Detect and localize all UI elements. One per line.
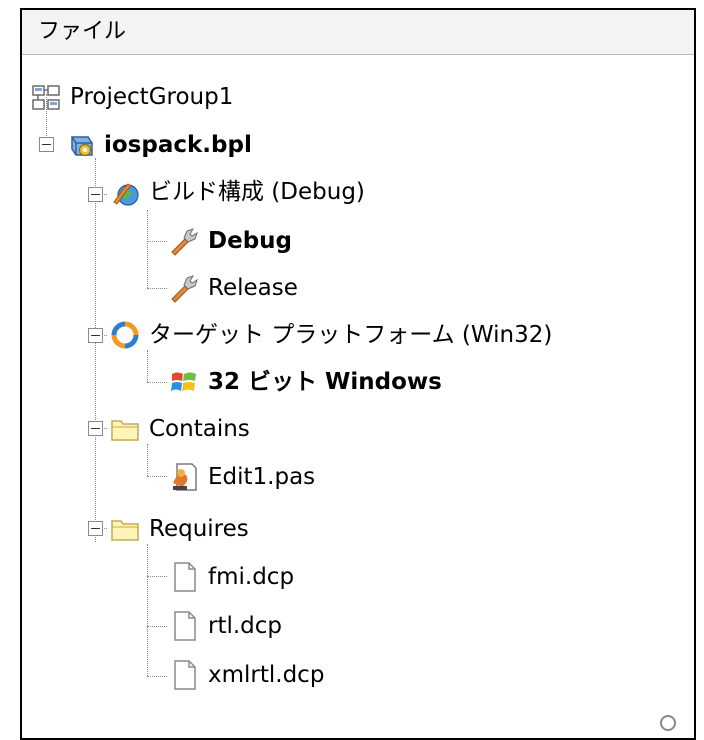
windows-logo-icon [171, 372, 196, 391]
collapse-toggle-target-platform[interactable] [88, 328, 103, 343]
tree-node-build-config[interactable]: ビルド構成 (Debug) [109, 169, 365, 215]
tree-node-xmlrtl-dcp[interactable]: xmlrtl.dcp [168, 652, 324, 698]
collapse-toggle-requires[interactable] [88, 521, 103, 536]
project-group-icon [32, 85, 60, 110]
tree-node-debug[interactable]: Debug [168, 218, 292, 264]
tree-node-windows32[interactable]: 32 ビット Windows [168, 359, 442, 405]
rtl-dcp-label: rtl.dcp [208, 613, 283, 639]
tree-node-requires[interactable]: Requires [109, 506, 249, 552]
collapse-toggle-contains[interactable] [88, 421, 103, 436]
file-icon [174, 611, 196, 641]
panel-title: ファイル [38, 19, 127, 44]
build-config-icon [113, 183, 139, 206]
target-platform-label: ターゲット プラットフォーム (Win32) [149, 322, 553, 348]
tree-node-edit-pas[interactable]: Edit1.pas [168, 454, 315, 500]
resize-grip-icon[interactable] [660, 715, 676, 731]
panel-header: ファイル [22, 10, 694, 55]
pascal-file-icon [173, 463, 197, 491]
tree-line [147, 676, 167, 677]
project-manager-panel: ファイル ProjectGroup1 iospack.bpl ビルド構成 (De… [20, 8, 696, 740]
build-config-label: ビルド構成 (Debug) [149, 179, 365, 205]
tree-line [147, 241, 167, 242]
tree-line [147, 288, 167, 289]
project-tree: ProjectGroup1 iospack.bpl ビルド構成 (Debug) [22, 54, 694, 738]
tree-line [147, 476, 167, 477]
tree-line [147, 544, 148, 676]
package-gear-icon [71, 136, 93, 157]
tree-line [147, 576, 167, 577]
windows32-label: 32 ビット Windows [208, 369, 442, 395]
file-icon [174, 562, 196, 592]
tree-node-release[interactable]: Release [168, 265, 298, 311]
release-label: Release [208, 275, 298, 301]
project-group-label: ProjectGroup1 [70, 84, 234, 110]
tree-line [147, 210, 148, 288]
requires-label: Requires [149, 516, 249, 542]
edit-pas-label: Edit1.pas [208, 464, 316, 490]
package-label: iospack.bpl [104, 132, 252, 158]
tree-line [147, 382, 167, 383]
folder-icon [111, 520, 139, 541]
xmlrtl-dcp-label: xmlrtl.dcp [208, 662, 325, 688]
tree-node-rtl-dcp[interactable]: rtl.dcp [168, 603, 282, 649]
tree-node-contains[interactable]: Contains [109, 406, 250, 452]
debug-label: Debug [208, 228, 292, 254]
collapse-toggle-package[interactable] [39, 137, 54, 152]
platform-ring-icon [111, 321, 139, 349]
tree-line [95, 158, 96, 542]
tree-node-package[interactable]: iospack.bpl [64, 122, 252, 168]
collapse-toggle-build-config[interactable] [88, 187, 103, 202]
wrench-icon [171, 275, 198, 303]
tree-node-target-platform[interactable]: ターゲット プラットフォーム (Win32) [109, 312, 552, 358]
wrench-icon [171, 228, 198, 256]
folder-icon [111, 420, 139, 441]
fmi-dcp-label: fmi.dcp [208, 564, 295, 590]
file-icon [174, 660, 196, 690]
tree-node-fmi-dcp[interactable]: fmi.dcp [168, 554, 294, 600]
tree-node-project-group[interactable]: ProjectGroup1 [30, 74, 233, 120]
contains-label: Contains [149, 416, 250, 442]
tree-line [147, 626, 167, 627]
